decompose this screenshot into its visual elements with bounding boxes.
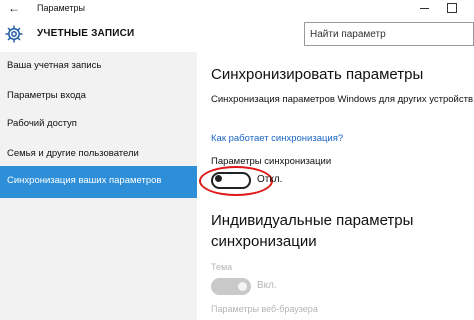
individual-settings-heading: Индивидуальные параметры синхронизации <box>211 212 414 250</box>
sync-toggle-state: Откл. <box>257 174 283 185</box>
toggle-knob <box>215 175 222 182</box>
search-input[interactable] <box>310 26 460 42</box>
theme-label: Тема <box>211 262 233 272</box>
sidebar-item-sync[interactable]: Синхронизация ваших параметров <box>0 166 197 198</box>
sidebar-item-sign-in-options[interactable]: Параметры входа <box>0 82 197 112</box>
minimize-button[interactable] <box>415 0 435 16</box>
section-title: УЧЕТНЫЕ ЗАПИСИ <box>37 28 135 39</box>
toggle-knob <box>238 282 247 291</box>
maximize-button[interactable] <box>442 0 462 16</box>
sidebar-item-account[interactable]: Ваша учетная запись <box>0 52 197 82</box>
sync-description: Синхронизация параметров Windows для дру… <box>211 94 474 105</box>
search-box[interactable] <box>304 22 474 46</box>
help-link[interactable]: Как работает синхронизация? <box>211 133 343 144</box>
theme-toggle-state: Вкл. <box>257 280 277 291</box>
sidebar-item-label: Синхронизация ваших параметров <box>7 175 162 186</box>
sidebar-item-work-access[interactable]: Рабочий доступ <box>0 110 197 140</box>
title-bar: ← Параметры <box>0 0 474 18</box>
browser-settings-label: Параметры веб-браузера <box>211 304 318 314</box>
sync-toggle[interactable] <box>211 172 251 189</box>
sidebar-item-label: Параметры входа <box>7 90 86 101</box>
main-content: Синхронизировать параметры Синхронизация… <box>197 52 474 320</box>
sidebar-item-label: Рабочий доступ <box>7 118 77 129</box>
gear-icon <box>5 25 23 43</box>
header: УЧЕТНЫЕ ЗАПИСИ <box>0 18 474 52</box>
app-title: Параметры <box>37 3 85 13</box>
sidebar-item-label: Семья и другие пользователи <box>7 148 139 159</box>
page-title: Синхронизировать параметры <box>211 66 424 83</box>
sidebar-item-label: Ваша учетная запись <box>7 60 102 71</box>
theme-toggle[interactable] <box>211 278 251 295</box>
sidebar: Ваша учетная запись Параметры входа Рабо… <box>0 52 197 320</box>
back-arrow-icon[interactable]: ← <box>8 1 22 15</box>
